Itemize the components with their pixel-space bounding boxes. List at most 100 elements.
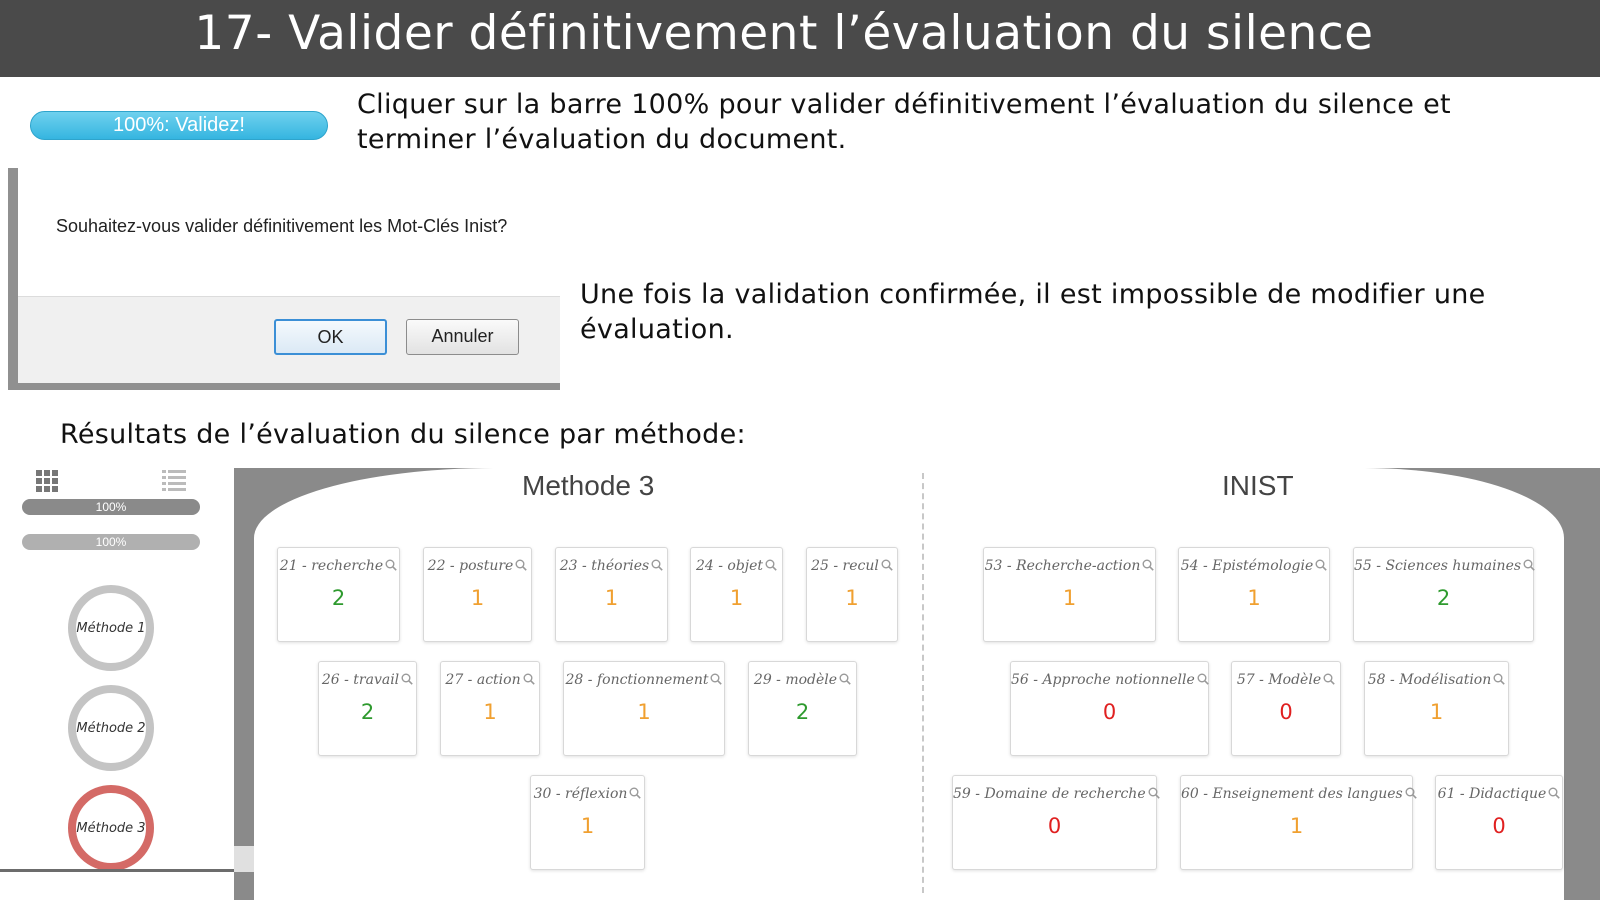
- keyword-label: 30 - réflexion: [531, 786, 644, 802]
- keyword-score: 1: [1247, 586, 1261, 610]
- keyword-score: 1: [470, 586, 485, 610]
- magnifier-icon[interactable]: [383, 558, 397, 574]
- magnifier-icon[interactable]: [1321, 672, 1335, 688]
- keyword-label: 21 - recherche: [278, 558, 399, 574]
- magnifier-icon[interactable]: [649, 558, 663, 574]
- keyword-label-text: 27 - action: [445, 672, 521, 688]
- instruction-validate-line1: Cliquer sur la barre 100% pour valider d…: [357, 89, 1451, 120]
- keyword-score: 2: [360, 700, 375, 724]
- keyword-label-text: 30 - réflexion: [533, 786, 628, 802]
- keyword-score: 1: [580, 814, 595, 838]
- keyword-label: 27 - action: [441, 672, 539, 688]
- keyword-card[interactable]: 55 - Sciences humaines 2: [1353, 547, 1535, 642]
- keyword-card[interactable]: 53 - Recherche-action 1: [983, 547, 1156, 642]
- keyword-label-text: 61 - Didactique: [1437, 786, 1547, 802]
- magnifier-icon[interactable]: [763, 558, 777, 574]
- keyword-label-text: 54 - Epistémologie: [1180, 558, 1314, 574]
- keyword-score: 2: [795, 700, 810, 724]
- magnifier-icon[interactable]: [1521, 558, 1535, 574]
- magnifier-icon[interactable]: [1140, 558, 1155, 574]
- keyword-card[interactable]: 29 - modèle 2: [748, 661, 857, 756]
- keyword-score: 1: [483, 700, 497, 724]
- list-view-icon[interactable]: [162, 470, 186, 492]
- magnifier-icon[interactable]: [521, 672, 535, 688]
- keyword-label-text: 26 - travail: [321, 672, 400, 688]
- keyword-label-text: 59 - Domaine de recherche: [953, 786, 1146, 802]
- keyword-label-text: 29 - modèle: [753, 672, 838, 688]
- column-divider: [922, 473, 924, 893]
- keyword-score: 0: [1102, 700, 1117, 724]
- keyword-label: 56 - Approche notionnelle: [1011, 672, 1209, 688]
- magnifier-icon[interactable]: [837, 672, 851, 688]
- keyword-card[interactable]: 60 - Enseignement des langues 1: [1180, 775, 1417, 870]
- progress-bar-2[interactable]: 100%: [22, 534, 200, 550]
- sidebar-bottom-line: [0, 869, 254, 872]
- keyword-score: 1: [604, 586, 619, 610]
- keyword-label: 28 - fonctionnement: [564, 672, 724, 688]
- keyword-score: 1: [1429, 700, 1444, 724]
- keyword-card[interactable]: 54 - Epistémologie 1: [1178, 547, 1330, 642]
- slide-title-bar: 17- Valider définitivement l’évaluation …: [0, 0, 1600, 77]
- magnifier-icon[interactable]: [708, 672, 723, 688]
- keyword-score: 2: [1436, 586, 1451, 610]
- keyword-card[interactable]: 59 - Domaine de recherche 0: [952, 775, 1160, 870]
- magnifier-icon[interactable]: [627, 786, 642, 802]
- method-3-button[interactable]: Méthode 3: [68, 785, 154, 871]
- keyword-score: 0: [1279, 700, 1293, 724]
- keyword-label-text: 58 - Modélisation: [1367, 672, 1492, 688]
- method-2-button[interactable]: Méthode 2: [68, 685, 154, 771]
- keyword-card[interactable]: 58 - Modélisation 1: [1364, 661, 1509, 756]
- magnifier-icon[interactable]: [1403, 786, 1417, 802]
- results-heading: Résultats de l’évaluation du silence par…: [60, 419, 746, 450]
- magnifier-icon[interactable]: [399, 672, 413, 688]
- keyword-label: 26 - travail: [319, 672, 416, 688]
- keyword-label-text: 23 - théories: [559, 558, 650, 574]
- keyword-label: 29 - modèle: [749, 672, 856, 688]
- keyword-score: 0: [1492, 814, 1506, 838]
- keyword-label: 22 - posture: [424, 558, 531, 574]
- instruction-validate: Cliquer sur la barre 100% pour valider d…: [357, 87, 1451, 157]
- keyword-score: 1: [729, 586, 744, 610]
- keyword-card[interactable]: 23 - théories 1: [555, 547, 668, 642]
- keyword-label: 23 - théories: [556, 558, 667, 574]
- magnifier-icon[interactable]: [1146, 786, 1160, 802]
- keyword-card[interactable]: 57 - Modèle 0: [1231, 661, 1341, 756]
- keyword-score: 0: [1047, 814, 1062, 838]
- keyword-card[interactable]: 25 - recul 1: [806, 547, 898, 642]
- keyword-card[interactable]: 61 - Didactique 0: [1435, 775, 1563, 870]
- keyword-label: 60 - Enseignement des langues: [1181, 786, 1417, 802]
- validate-progress-bar[interactable]: 100%: Validez!: [30, 111, 328, 140]
- keyword-card[interactable]: 30 - réflexion 1: [530, 775, 645, 870]
- cancel-button[interactable]: Annuler: [406, 319, 519, 355]
- keyword-label-text: 22 - posture: [427, 558, 514, 574]
- keyword-card[interactable]: 21 - recherche 2: [277, 547, 400, 642]
- magnifier-icon[interactable]: [1491, 672, 1506, 688]
- keyword-label-text: 25 - recul: [811, 558, 879, 574]
- ok-button[interactable]: OK: [274, 319, 387, 355]
- progress-bar-1[interactable]: 100%: [22, 499, 200, 515]
- keyword-card[interactable]: 28 - fonctionnement 1: [563, 661, 725, 756]
- keyword-score: 1: [1289, 814, 1304, 838]
- keyword-card[interactable]: 22 - posture 1: [423, 547, 532, 642]
- dialog-footer: OK Annuler: [18, 296, 560, 383]
- keyword-label-text: 57 - Modèle: [1236, 672, 1322, 688]
- methode3-title: Methode 3: [522, 470, 655, 501]
- keyword-card[interactable]: 26 - travail 2: [318, 661, 417, 756]
- magnifier-icon[interactable]: [513, 558, 528, 574]
- keyword-card[interactable]: 24 - objet 1: [690, 547, 783, 642]
- magnifier-icon[interactable]: [1546, 786, 1561, 802]
- keyword-label: 61 - Didactique: [1436, 786, 1562, 802]
- keyword-label-text: 21 - recherche: [279, 558, 384, 574]
- dialog-message: Souhaitez-vous valider définitivement le…: [56, 216, 508, 236]
- method-1-button[interactable]: Méthode 1: [68, 585, 154, 671]
- instruction-warning: Une fois la validation confirmée, il est…: [580, 277, 1486, 347]
- keyword-label: 53 - Recherche-action: [984, 558, 1155, 574]
- magnifier-icon[interactable]: [1313, 558, 1328, 574]
- magnifier-icon[interactable]: [1195, 672, 1209, 688]
- magnifier-icon[interactable]: [879, 558, 893, 574]
- grid-view-icon[interactable]: [36, 470, 58, 492]
- keyword-card[interactable]: 27 - action 1: [440, 661, 540, 756]
- keyword-card[interactable]: 56 - Approche notionnelle 0: [1010, 661, 1209, 756]
- results-scroll-strip: [234, 846, 254, 872]
- keyword-label-text: 28 - fonctionnement: [565, 672, 709, 688]
